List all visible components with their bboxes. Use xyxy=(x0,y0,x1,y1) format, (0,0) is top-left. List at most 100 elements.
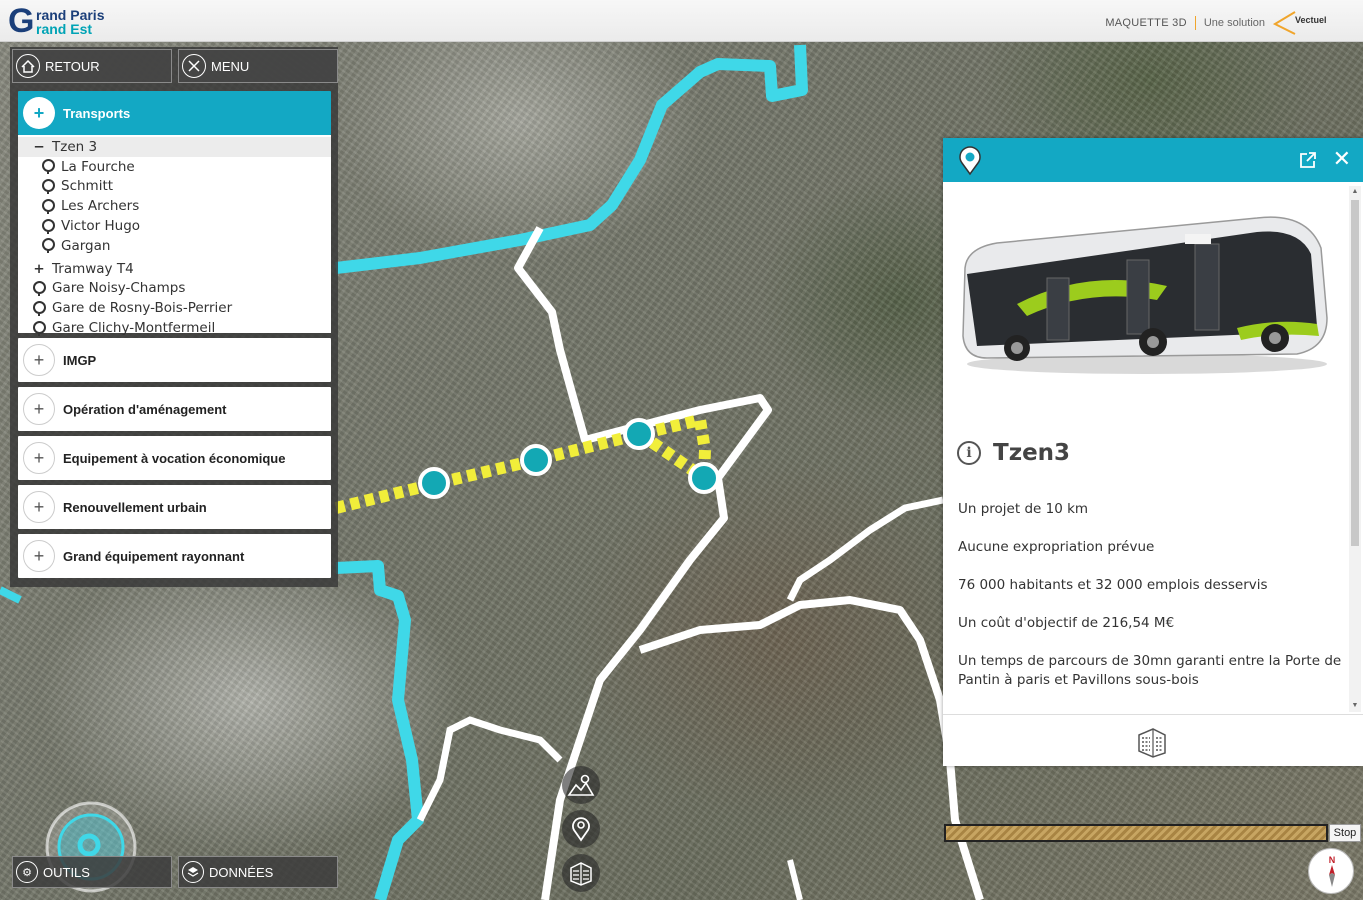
tree-station[interactable]: Victor Hugo xyxy=(18,216,331,236)
category-renouvellement-urbain[interactable]: + Renouvellement urbain xyxy=(18,485,331,529)
building-icon[interactable] xyxy=(1133,723,1171,759)
plus-icon: + xyxy=(23,344,55,376)
home-icon xyxy=(16,54,40,78)
category-label: IMGP xyxy=(63,352,97,368)
map-marker-button[interactable] xyxy=(562,810,600,848)
retour-button[interactable]: RETOUR xyxy=(12,49,172,83)
category-grand-equipement[interactable]: + Grand équipement rayonnant xyxy=(18,534,331,578)
tree-label: Gargan xyxy=(61,237,111,254)
compass-needle-icon: N xyxy=(1329,855,1335,887)
route-east-2 xyxy=(786,496,944,602)
tree-group-tramway-t4[interactable]: + Tramway T4 xyxy=(18,259,331,279)
vectuel-logo: Vectuel xyxy=(1272,10,1333,36)
info-line: Aucune expropriation prévue xyxy=(958,539,1155,555)
layers-icon xyxy=(182,861,204,883)
category-label: Opération d'aménagement xyxy=(63,401,227,417)
menu-button[interactable]: MENU xyxy=(178,49,338,83)
tree-label: Schmitt xyxy=(61,178,114,195)
location-pin-icon xyxy=(42,218,55,234)
tree-label: Gare de Rosny-Bois-Perrier xyxy=(52,300,233,317)
station-marker[interactable] xyxy=(623,418,655,450)
tree-label: Gare Noisy-Champs xyxy=(52,280,186,297)
gear-icon: ⚙ xyxy=(16,861,38,883)
transports-tree: − Tzen 3 La Fourche Schmitt Les Archers … xyxy=(18,135,331,336)
grand-paris-grand-est-logo[interactable]: G rand Paris rand Est xyxy=(4,4,116,38)
route-south xyxy=(416,716,563,822)
map-tool-buttons xyxy=(562,766,602,898)
station-marker[interactable] xyxy=(520,444,552,476)
info-scrollbar[interactable]: ▲ ▼ xyxy=(1349,186,1361,712)
external-link-icon[interactable] xyxy=(1299,151,1317,169)
animation-progress-bar[interactable] xyxy=(944,824,1328,842)
tree-station[interactable]: Gare Noisy-Champs xyxy=(18,279,331,299)
tree-label: Gare Clichy-Montfermeil xyxy=(52,320,216,337)
location-pin-icon xyxy=(572,817,590,842)
category-label: Grand équipement rayonnant xyxy=(63,548,245,564)
donnees-button[interactable]: DONNÉES xyxy=(178,856,338,888)
category-equipement-economique[interactable]: + Equipement à vocation économique xyxy=(18,436,331,480)
commune-boundary xyxy=(335,44,808,274)
tzen3-bus-image xyxy=(962,216,1328,374)
tree-station[interactable]: Gare Clichy-Montfermeil xyxy=(18,318,331,338)
outils-button[interactable]: ⚙ OUTILS xyxy=(12,856,172,888)
info-line: Un coût d'objectif de 216,54 M€ xyxy=(958,615,1175,631)
map-buildings-button[interactable] xyxy=(562,854,600,892)
station-marker[interactable] xyxy=(688,462,720,494)
divider xyxy=(1194,16,1196,30)
plus-icon: + xyxy=(23,540,55,572)
commune-boundary-2 xyxy=(335,560,424,900)
logo-line-1: rand Paris xyxy=(36,7,105,23)
stop-button[interactable]: Stop xyxy=(1329,824,1361,842)
tree-station[interactable]: La Fourche xyxy=(18,157,331,177)
tree-station[interactable]: Gargan xyxy=(18,236,331,256)
tree-station[interactable]: Gare de Rosny-Bois-Perrier xyxy=(18,298,331,318)
logo-line-2: rand Est xyxy=(36,21,93,37)
info-panel: ✕ i Tzen3 Un projet de 10 km Aucune expr… xyxy=(943,138,1363,766)
tree-station[interactable]: Les Archers xyxy=(18,196,331,216)
tree-station[interactable]: Schmitt xyxy=(18,177,331,197)
vectuel-name: Vectuel xyxy=(1295,15,1327,25)
minus-icon: − xyxy=(33,138,45,155)
category-operation-amenagement[interactable]: + Opération d'aménagement xyxy=(18,387,331,431)
category-label: Renouvellement urbain xyxy=(63,499,207,515)
solution-label: Une solution xyxy=(1203,17,1265,29)
category-transports[interactable]: + Transports xyxy=(18,91,331,135)
plus-icon: + xyxy=(23,442,55,474)
location-pin-icon xyxy=(42,159,55,175)
info-title: Tzen3 xyxy=(993,440,1071,466)
logo-letter: G xyxy=(8,2,35,40)
category-imgp[interactable]: + IMGP xyxy=(18,338,331,382)
tree-label: Victor Hugo xyxy=(61,218,141,235)
plus-icon: + xyxy=(23,97,55,129)
scroll-thumb[interactable] xyxy=(1351,200,1359,546)
left-menu-panel: RETOUR MENU + Transports − Tzen 3 La Fou… xyxy=(10,47,338,587)
close-icon[interactable]: ✕ xyxy=(1333,148,1351,170)
tree-label: Tzen 3 xyxy=(52,138,98,155)
tree-group-tzen3[interactable]: − Tzen 3 xyxy=(18,137,331,157)
location-pin-icon xyxy=(42,198,55,214)
info-description: Un projet de 10 km Aucune expropriation … xyxy=(958,500,1343,709)
terrain-pin-icon xyxy=(567,774,595,796)
location-pin-icon xyxy=(959,146,981,176)
scroll-up-icon[interactable]: ▲ xyxy=(1349,186,1361,198)
compass[interactable]: N xyxy=(1308,848,1354,894)
location-pin-icon xyxy=(33,280,46,296)
tree-label: La Fourche xyxy=(61,158,135,175)
building-icon xyxy=(570,862,592,886)
info-line: Un projet de 10 km xyxy=(958,501,1089,517)
plus-icon: + xyxy=(23,491,55,523)
tree-label: Tramway T4 xyxy=(52,260,134,277)
vectuel-arrow-icon xyxy=(1272,11,1296,35)
location-pin-icon xyxy=(33,300,46,316)
tree-label: Les Archers xyxy=(61,198,140,215)
info-line: 76 000 habitants et 32 000 emplois desse… xyxy=(958,577,1268,593)
info-panel-footer xyxy=(943,714,1363,766)
location-pin-icon xyxy=(42,238,55,254)
commune-boundary-3 xyxy=(0,586,22,604)
category-list: + Transports − Tzen 3 La Fourche Schmitt… xyxy=(18,91,331,583)
scroll-down-icon[interactable]: ▼ xyxy=(1349,700,1361,712)
map-terrain-button[interactable] xyxy=(562,766,600,804)
info-title-row: i Tzen3 xyxy=(957,440,1070,466)
station-marker[interactable] xyxy=(418,467,450,499)
info-icon: i xyxy=(957,441,981,465)
